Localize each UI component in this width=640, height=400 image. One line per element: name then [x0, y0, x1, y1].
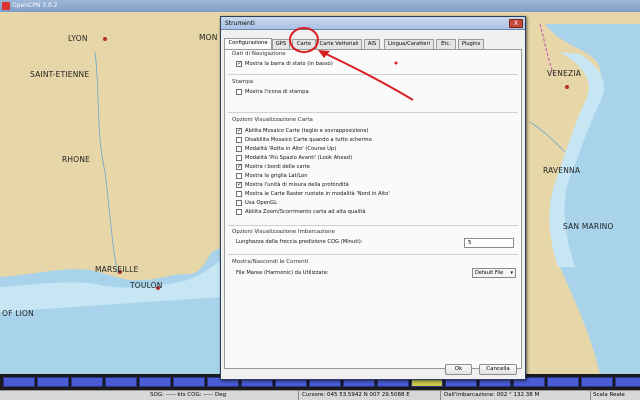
chart-quilt-tile[interactable] [71, 377, 103, 387]
group-chart-display: Opzioni Visualizzazione Carta Abilita Mo… [228, 112, 518, 224]
app-window: OpenCPN 3.0.2 LYON SAINT-ETIENNE RHONE M… [0, 0, 640, 400]
place-label: MON [199, 33, 218, 42]
group-print: Stampa Mostra l'icona di stampa [228, 74, 518, 96]
option-label: Abilita Mosaico Carte (taglio e sovrappo… [245, 128, 369, 134]
checkbox-checked[interactable] [236, 60, 242, 68]
status-sog-cog: SOG: ----- kts COG: ----- Deg [150, 392, 227, 398]
tide-file-value: Default File [475, 270, 504, 276]
place-label: OF LION [2, 309, 34, 318]
checkbox-unchecked[interactable] [236, 209, 242, 215]
river-rhone [94, 51, 119, 275]
chart-quilt-tile[interactable] [37, 377, 69, 387]
group-title: Opzioni Visualizzazione Imbarcazione [232, 229, 335, 235]
group-title: Opzioni Visualizzazione Carta [232, 117, 313, 123]
dialog-titlebar[interactable]: Strumenti X [221, 17, 525, 30]
option-label: Usa OpenGL [245, 200, 278, 206]
checkbox-unchecked[interactable] [236, 173, 242, 179]
option-label: Mostra l'unità di misura della profondit… [245, 182, 349, 188]
place-label: VENEZIA [547, 69, 582, 78]
checkbox-checked[interactable] [236, 127, 242, 135]
cog-length-label: Lunghezza della freccia predizione COG (… [236, 239, 363, 245]
dialog-title: Strumenti [225, 20, 255, 27]
option-label: Mostra le Carte Raster ruotate in modali… [245, 191, 390, 197]
group-ownship: Opzioni Visualizzazione Imbarcazione Lun… [228, 225, 518, 251]
chart-quilt-tile[interactable] [581, 377, 613, 387]
group-title: Stampa [232, 79, 254, 85]
tab-configurazione[interactable]: Configurazione [224, 38, 272, 49]
ok-button[interactable]: Ok [445, 364, 472, 375]
place-label: SAN MARINO [563, 222, 614, 231]
checkbox-unchecked[interactable] [236, 146, 242, 152]
group-currents: Mostra/Nascondi le Correnti File Maree (… [228, 254, 518, 284]
river-east [529, 121, 566, 153]
place-label: RAVENNA [543, 166, 581, 175]
city-mark-lyon [103, 37, 107, 41]
toolbox-dialog: Strumenti X Configurazione GPS Carte Car… [220, 16, 526, 380]
cog-length-input[interactable]: 5 [464, 238, 514, 248]
tab-gps[interactable]: GPS [272, 39, 290, 49]
chart-quilt-tile[interactable] [615, 377, 640, 387]
place-label: SAINT-ETIENNE [30, 70, 90, 79]
status-from-boat: Dall'imbarcazione: 002 ° 132.38 M [444, 392, 540, 398]
option-label: Mostra l'icona di stampa [245, 89, 309, 95]
status-bar: SOG: ----- kts COG: ----- Deg Cursore: 0… [0, 390, 640, 400]
tab-plugins[interactable]: Plugins [458, 39, 484, 49]
chevron-down-icon: ▾ [510, 270, 513, 276]
tab-bar: Configurazione GPS Carte Carte Vettorial… [224, 38, 524, 49]
option-label: Abilita Zoom/Scorrimento carta ad alta q… [245, 209, 366, 215]
place-label: RHONE [62, 155, 91, 164]
status-separator [298, 391, 299, 400]
chart-quilt-tile[interactable] [105, 377, 137, 387]
status-scale: Scala Reale [593, 392, 625, 398]
checkbox-checked[interactable] [236, 181, 242, 189]
dialog-close-button[interactable]: X [509, 19, 523, 28]
checkbox-checked[interactable] [236, 163, 242, 171]
option-label: Mostra i bordi delle carte [245, 164, 310, 170]
place-label: MARSEILLE [95, 265, 139, 274]
group-title: Mostra/Nascondi le Correnti [232, 259, 309, 265]
tide-file-select[interactable]: Default File ▾ [472, 268, 516, 278]
checkbox-unchecked[interactable] [236, 155, 242, 161]
checkbox-unchecked[interactable] [236, 137, 242, 143]
place-label: TOULON [130, 281, 163, 290]
option-label: Mostra la barra di stato (in basso) [245, 61, 333, 67]
app-title: OpenCPN 3.0.2 [12, 2, 58, 9]
status-separator [440, 391, 441, 400]
checkbox-unchecked[interactable] [236, 200, 242, 206]
chart-quilt-tile[interactable] [173, 377, 205, 387]
city-mark-venezia [565, 85, 569, 89]
status-cursor: Cursore: 045 53.5942 N 007 29.5088 E [302, 392, 410, 398]
chart-quilt-tile[interactable] [547, 377, 579, 387]
option-label: Mostra la griglia Lat/Lon [245, 173, 308, 179]
tab-panel-configurazione: Dati di Navigazione Mostra la barra di s… [224, 49, 522, 369]
tab-lingua-caratteri[interactable]: Lingua/Caratteri [384, 39, 434, 49]
checkbox-unchecked[interactable] [236, 191, 242, 197]
tab-carte-vettoriali[interactable]: Carte Vettoriali [316, 39, 362, 49]
chart-quilt-tile[interactable] [139, 377, 171, 387]
chart-quilt-tile[interactable] [3, 377, 35, 387]
checkbox-unchecked[interactable] [236, 89, 242, 95]
opencpn-app-icon [2, 2, 10, 10]
place-label: LYON [68, 34, 88, 43]
group-navigation: Dati di Navigazione Mostra la barra di s… [228, 50, 518, 70]
tide-file-label: File Maree (Harmonic) da Utilizzare: [236, 270, 329, 276]
app-titlebar: OpenCPN 3.0.2 [0, 0, 640, 12]
tab-etc[interactable]: Etc. [436, 39, 456, 49]
tab-carte[interactable]: Carte [292, 39, 316, 49]
tab-ais[interactable]: AIS [364, 39, 380, 49]
option-label: Disabilita Mosaico Carte quando a tutto … [245, 137, 372, 143]
option-label: Modalità 'Rotta in Alto' (Course Up) [245, 146, 337, 152]
status-separator [590, 391, 591, 400]
option-label: Modalità 'Più Spazio Avanti' (Look Ahead… [245, 155, 353, 161]
cancel-button[interactable]: Cancella [479, 364, 517, 375]
group-title: Dati di Navigazione [232, 51, 286, 57]
